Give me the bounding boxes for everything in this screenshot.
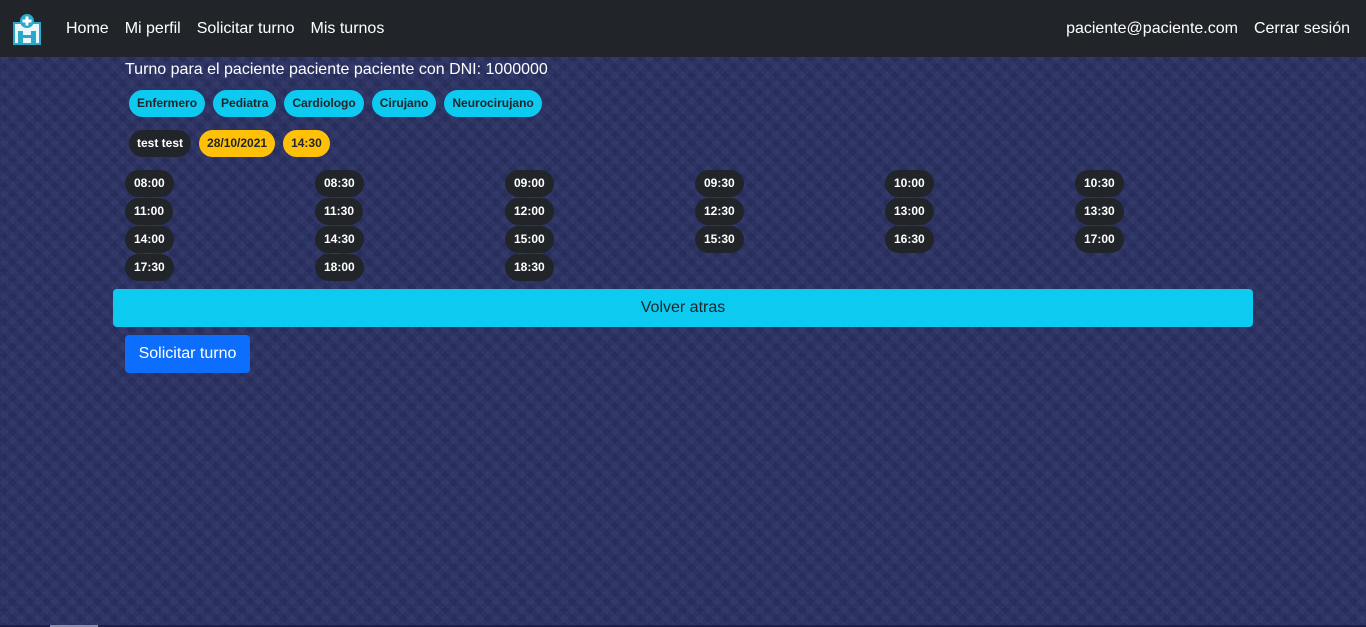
nav-user-menu: paciente@paciente.com Cerrar sesión	[1058, 0, 1358, 57]
time-slot[interactable]: 18:00	[315, 254, 364, 281]
logout-link[interactable]: Cerrar sesión	[1246, 20, 1358, 38]
specialty-badge-pediatra[interactable]: Pediatra	[213, 90, 277, 117]
time-slot[interactable]: 17:00	[1075, 226, 1124, 253]
professional-badge[interactable]: test test	[129, 130, 192, 157]
nav-mi-perfil[interactable]: Mi perfil	[117, 20, 189, 38]
time-slot[interactable]: 11:00	[125, 198, 174, 225]
time-slot[interactable]: 09:00	[505, 170, 554, 197]
specialty-badge-cardiologo[interactable]: Cardiologo	[284, 90, 364, 117]
specialty-badge-enfermero[interactable]: Enfermero	[129, 90, 206, 117]
time-slot[interactable]: 16:30	[885, 226, 934, 253]
time-slot[interactable]: 18:30	[505, 254, 554, 281]
time-badge[interactable]: 14:30	[283, 130, 330, 157]
selection-summary: test test 28/10/2021 14:30	[129, 130, 330, 157]
time-slot[interactable]: 13:00	[885, 198, 934, 225]
time-slot[interactable]: 09:30	[695, 170, 744, 197]
hospital-icon[interactable]	[12, 13, 42, 45]
specialty-list: Enfermero Pediatra Cardiologo Cirujano N…	[129, 90, 542, 117]
date-badge[interactable]: 28/10/2021	[199, 130, 276, 157]
time-slot[interactable]: 15:30	[695, 226, 744, 253]
time-slot[interactable]: 13:30	[1075, 198, 1124, 225]
specialty-badge-neurocirujano[interactable]: Neurocirujano	[444, 90, 542, 117]
page-title: Turno para el paciente paciente paciente…	[125, 61, 548, 78]
back-button[interactable]: Volver atras	[113, 289, 1253, 327]
time-slot[interactable]: 14:30	[315, 226, 364, 253]
time-slot[interactable]: 12:30	[695, 198, 744, 225]
time-slot[interactable]: 12:00	[505, 198, 554, 225]
time-slot[interactable]: 11:30	[315, 198, 364, 225]
nav-home[interactable]: Home	[58, 20, 117, 38]
nav-menu: Home Mi perfil Solicitar turno Mis turno…	[58, 0, 392, 57]
request-appointment-button[interactable]: Solicitar turno	[125, 335, 250, 373]
specialty-badge-cirujano[interactable]: Cirujano	[371, 90, 437, 117]
time-slot[interactable]: 15:00	[505, 226, 554, 253]
time-slot[interactable]: 10:30	[1075, 170, 1124, 197]
time-slot[interactable]: 08:30	[315, 170, 364, 197]
time-slot-grid: 08:00 08:30 09:00 09:30 10:00 10:30 11:0…	[125, 170, 1265, 281]
nav-mis-turnos[interactable]: Mis turnos	[303, 20, 393, 38]
user-email-link[interactable]: paciente@paciente.com	[1058, 20, 1246, 38]
nav-solicitar-turno[interactable]: Solicitar turno	[189, 20, 303, 38]
time-slot[interactable]: 10:00	[885, 170, 934, 197]
top-navbar: Home Mi perfil Solicitar turno Mis turno…	[0, 0, 1366, 57]
time-slot[interactable]: 14:00	[125, 226, 174, 253]
time-slot[interactable]: 17:30	[125, 254, 174, 281]
time-slot[interactable]: 08:00	[125, 170, 174, 197]
